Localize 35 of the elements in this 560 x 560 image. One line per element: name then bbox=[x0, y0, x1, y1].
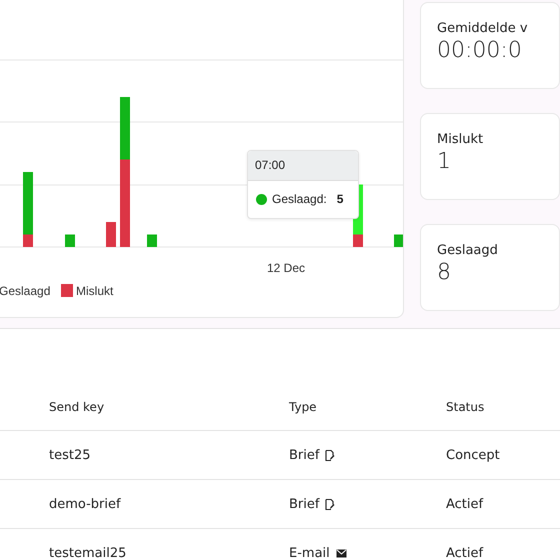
failed-bar[interactable] bbox=[353, 234, 363, 247]
table-cell: Brief bbox=[289, 496, 320, 512]
stat-label: Geslaagd bbox=[437, 243, 498, 258]
stat-label: Gemiddelde v bbox=[437, 21, 528, 36]
stat-value: 00:00:0 bbox=[437, 38, 522, 63]
stat-value: 1 bbox=[437, 149, 451, 174]
table-cell-text: testemail25 bbox=[49, 546, 128, 560]
column-header[interactable]: Type bbox=[289, 400, 446, 414]
column-header[interactable]: Status bbox=[446, 400, 484, 414]
x-axis-label: 12 Dec bbox=[266, 261, 306, 275]
table-cell: Actief bbox=[446, 496, 484, 512]
passed-bar[interactable] bbox=[23, 172, 33, 234]
passed-bar[interactable] bbox=[65, 234, 75, 247]
column-header[interactable]: Send key bbox=[49, 400, 289, 414]
tooltip-title: 07:00 bbox=[255, 158, 286, 172]
failed-bar[interactable] bbox=[106, 222, 116, 247]
passed-bar[interactable] bbox=[147, 234, 157, 247]
table-cell-text: demo-brief bbox=[49, 496, 122, 512]
table-cell: E-mail bbox=[289, 546, 330, 560]
passed-bar[interactable] bbox=[120, 97, 130, 160]
passed-bar[interactable] bbox=[394, 234, 403, 247]
stat-label: Mislukt bbox=[437, 132, 484, 147]
failed-bar[interactable] bbox=[23, 234, 33, 247]
table-cell: Actief bbox=[446, 546, 484, 560]
table-cell-text: test25 bbox=[49, 448, 92, 462]
envelope-icon bbox=[336, 548, 347, 558]
document-pen-icon bbox=[325, 450, 336, 460]
tooltip-series: Geslaagd: bbox=[272, 192, 327, 206]
legend-label[interactable]: Mislukt bbox=[76, 284, 114, 298]
stat-value: 8 bbox=[437, 260, 451, 285]
failed-bar[interactable] bbox=[120, 160, 130, 247]
table-cell: Concept bbox=[446, 448, 500, 462]
document-pen-icon bbox=[325, 498, 336, 510]
tooltip-value: 5 bbox=[336, 192, 344, 206]
table-cell: Brief bbox=[289, 448, 320, 462]
